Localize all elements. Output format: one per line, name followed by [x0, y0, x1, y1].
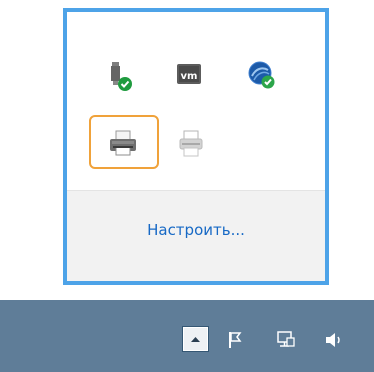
network-icon[interactable]	[275, 330, 297, 350]
vmware-vm-icon[interactable]: vm	[173, 58, 205, 90]
printer-icon[interactable]	[107, 127, 139, 159]
chevron-up-icon	[191, 337, 200, 342]
customize-link[interactable]: Настроить...	[67, 221, 325, 239]
svg-text:vm: vm	[181, 71, 198, 82]
flyout-footer: Настроить...	[67, 190, 325, 281]
tray-icon-area: vm	[67, 12, 325, 190]
volume-icon[interactable]	[323, 330, 345, 350]
network-globe-shield-icon[interactable]	[245, 58, 277, 90]
notification-overflow-flyout: vm Настроить...	[63, 8, 329, 285]
action-center-flag-icon[interactable]	[226, 330, 248, 350]
show-hidden-icons-button[interactable]	[183, 327, 208, 351]
taskbar	[0, 300, 374, 372]
printer-icon[interactable]	[175, 127, 207, 159]
usb-safely-remove-icon[interactable]	[103, 60, 135, 92]
